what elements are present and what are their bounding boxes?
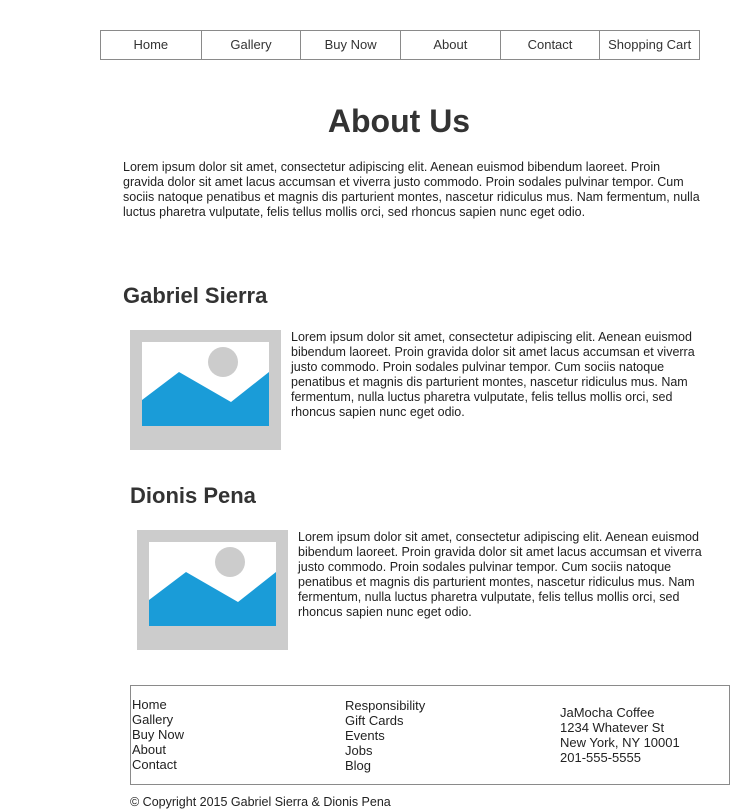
person-name-gabriel: Gabriel Sierra (123, 283, 268, 308)
footer-link-events[interactable]: Events (345, 728, 425, 743)
person-name-dionis: Dionis Pena (130, 483, 256, 508)
footer-link-blog[interactable]: Blog (345, 758, 425, 773)
person-bio-dionis: Lorem ipsum dolor sit amet, consectetur … (298, 530, 702, 619)
phone-number: 201-555-5555 (560, 750, 641, 765)
street-address: 1234 Whatever St (560, 720, 665, 735)
footer-link-buy-now[interactable]: Buy Now (132, 727, 184, 742)
nav-buy-now[interactable]: Buy Now (300, 31, 400, 59)
footer-address: JaMocha Coffee 1234 Whatever St New York… (560, 705, 680, 765)
nav-contact[interactable]: Contact (499, 31, 600, 59)
intro-paragraph: Lorem ipsum dolor sit amet, consectetur … (123, 160, 700, 219)
footer-link-about[interactable]: About (132, 742, 184, 757)
footer-link-responsibility[interactable]: Responsibility (345, 698, 425, 713)
profile-photo-dionis (137, 530, 288, 650)
nav-gallery[interactable]: Gallery (200, 31, 301, 59)
footer-link-home[interactable]: Home (132, 697, 184, 712)
nav-about[interactable]: About (400, 31, 500, 59)
nav-shopping-cart[interactable]: Shopping Cart (599, 31, 699, 59)
image-placeholder-icon (142, 342, 269, 426)
footer-nav-links: Home Gallery Buy Now About Contact (132, 697, 184, 772)
city-state-zip: New York, NY 10001 (560, 735, 680, 750)
footer-link-jobs[interactable]: Jobs (345, 743, 425, 758)
image-placeholder-icon (149, 542, 276, 626)
footer: Home Gallery Buy Now About Contact Respo… (130, 685, 730, 785)
footer-link-contact[interactable]: Contact (132, 757, 184, 772)
footer-link-gallery[interactable]: Gallery (132, 712, 184, 727)
person-bio-gabriel: Lorem ipsum dolor sit amet, consectetur … (291, 330, 695, 419)
page-title: About Us (327, 103, 471, 139)
profile-photo-gabriel (130, 330, 281, 450)
company-name: JaMocha Coffee (560, 705, 655, 720)
footer-link-gift-cards[interactable]: Gift Cards (345, 713, 425, 728)
footer-extra-links: Responsibility Gift Cards Events Jobs Bl… (345, 698, 425, 773)
main-nav: Home Gallery Buy Now About Contact Shopp… (100, 30, 700, 60)
nav-home[interactable]: Home (101, 31, 201, 59)
copyright: © Copyright 2015 Gabriel Sierra & Dionis… (130, 795, 391, 809)
